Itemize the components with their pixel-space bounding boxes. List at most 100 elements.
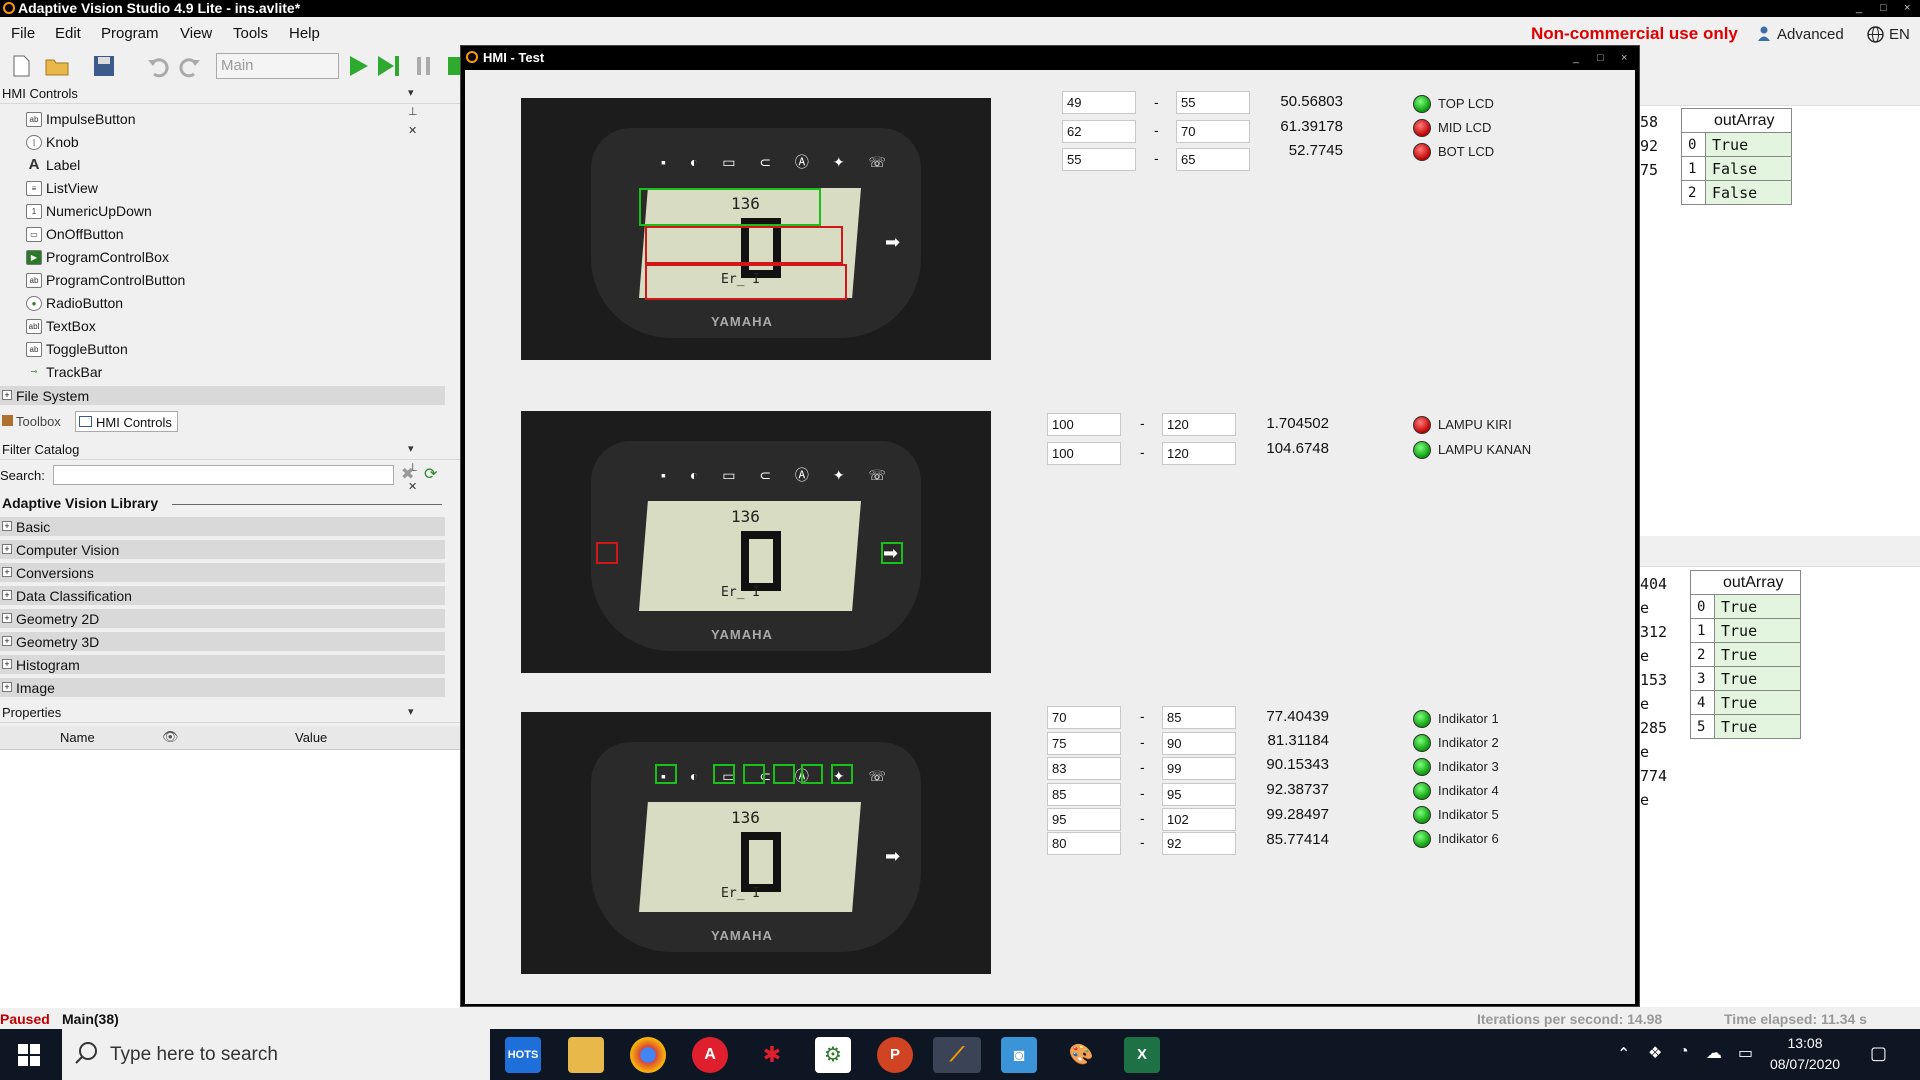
hmi-window-titlebar[interactable]: HMI - Test _ □ × [461,46,1639,70]
hmi-window[interactable]: HMI - Test _ □ × ▪ ◐ ▭ ⊂ Ⓐ ✦ ☏ 136 Er_ I… [460,45,1640,1007]
indikator-4-min[interactable]: 85 [1047,783,1121,806]
search-input[interactable] [53,465,394,485]
indikator-3-max[interactable]: 99 [1162,757,1236,780]
battery-icon[interactable]: ▭ [1738,1043,1753,1063]
clock-time[interactable]: 13:08 [1772,1035,1838,1051]
hmi-maximize-button[interactable]: □ [1597,46,1604,70]
menu-file[interactable]: File [11,25,35,42]
settings-app-icon[interactable]: ⚙ [815,1037,851,1073]
language-selector[interactable]: EN [1889,26,1910,43]
hmi-item-togglebutton[interactable]: ab ToggleButton [26,338,128,360]
adobe-icon[interactable]: A [692,1037,728,1073]
stop-icon[interactable] [446,54,460,78]
minimize-button[interactable]: _ [1856,0,1862,17]
hmi-item-trackbar[interactable]: ⊸ TrackBar [26,361,103,383]
redo-icon[interactable] [178,54,202,78]
hmi-item-listview[interactable]: ≡ ListView [26,177,98,199]
indikator-2-min[interactable]: 75 [1047,732,1121,755]
bot-lcd-min[interactable]: 55 [1062,148,1136,171]
taskbar-search-box[interactable]: Type here to search [62,1029,490,1080]
table-row[interactable]: 4 True [1690,690,1801,715]
table-row[interactable]: 2 True [1690,642,1801,667]
indikator-5-min[interactable]: 95 [1047,808,1121,831]
tab-hmi-controls[interactable]: HMI Controls [75,411,178,432]
top-lcd-max[interactable]: 55 [1176,91,1250,114]
top-lcd-min[interactable]: 49 [1062,91,1136,114]
tab-toolbox[interactable]: Toolbox [0,411,75,432]
run-icon[interactable] [346,54,370,78]
notifications-icon[interactable]: ▢ [1870,1043,1887,1064]
save-icon[interactable] [92,54,116,78]
lampu-kiri-max[interactable]: 120 [1162,413,1236,436]
indikator-3-min[interactable]: 83 [1047,757,1121,780]
array1-table[interactable]: outArray 0 True 1 False 2 False [1681,108,1792,205]
tray-chevron-icon[interactable]: ⌃ [1617,1044,1630,1064]
panel-pin-icon[interactable]: ▾ ⊥ ✕ [408,84,460,141]
indikator-5-max[interactable]: 102 [1162,808,1236,831]
indikator-2-max[interactable]: 90 [1162,732,1236,755]
hmi-item-onoffbutton[interactable]: ▭ OnOffButton [26,223,124,245]
hmi-item-impulsebutton[interactable]: ab ImpulseButton [26,108,136,130]
onedrive-icon[interactable]: ☁ [1706,1043,1722,1063]
table-row[interactable]: 1 True [1690,618,1801,643]
table-row[interactable]: 0 True [1681,132,1792,157]
group-basic[interactable]: + Basic [0,517,445,537]
group-conversions[interactable]: + Conversions [0,563,445,583]
hmi-item-numericupdown[interactable]: 1 NumericUpDown [26,200,152,222]
pause-icon[interactable] [414,54,438,78]
file-system-group[interactable]: + File System [0,386,445,406]
dropbox-icon[interactable]: ❖ [1648,1043,1662,1063]
indikator-1-max[interactable]: 85 [1162,706,1236,729]
menu-view[interactable]: View [180,25,212,42]
paint-app-icon[interactable]: ✱ [754,1037,790,1073]
indikator-4-max[interactable]: 95 [1162,783,1236,806]
group-computer-vision[interactable]: + Computer Vision [0,540,445,560]
mode-selector[interactable]: Advanced [1777,26,1844,43]
table-row[interactable]: 0 True [1690,594,1801,619]
program-combo[interactable]: Main [216,53,339,79]
hmi-close-button[interactable]: × [1621,46,1627,70]
chrome-icon[interactable] [630,1037,666,1073]
group-geometry-2d[interactable]: + Geometry 2D [0,609,445,629]
indikator-1-min[interactable]: 70 [1047,706,1121,729]
menu-program[interactable]: Program [101,25,159,42]
wifi-icon[interactable]: ◔ [1679,1043,1689,1061]
group-geometry-3d[interactable]: + Geometry 3D [0,632,445,652]
robot-app-icon[interactable]: ◙ [1001,1037,1037,1073]
clear-search-icon[interactable]: ✖ [401,464,414,484]
lampu-kiri-min[interactable]: 100 [1047,413,1121,436]
file-explorer-icon[interactable] [568,1037,604,1073]
bot-lcd-max[interactable]: 65 [1176,148,1250,171]
menu-help[interactable]: Help [289,25,320,42]
palette-icon[interactable]: 🎨 [1063,1037,1099,1073]
table-row[interactable]: 1 False [1681,156,1792,181]
new-file-icon[interactable] [10,54,34,78]
hots-app-icon[interactable]: HOTS [505,1037,541,1073]
group-data-classification[interactable]: + Data Classification [0,586,445,606]
indikator-6-max[interactable]: 92 [1162,832,1236,855]
undo-icon[interactable] [146,54,170,78]
excel-icon[interactable]: X [1124,1037,1160,1073]
hmi-item-programcontrolbutton[interactable]: ab ProgramControlButton [26,269,185,291]
indikator-6-min[interactable]: 80 [1047,832,1121,855]
table-row[interactable]: 3 True [1690,666,1801,691]
hmi-item-programcontrolbox[interactable]: ▶ ProgramControlBox [26,246,169,268]
hmi-item-knob[interactable]: | Knob [26,131,79,153]
refresh-icon[interactable]: ⟳ [424,464,437,484]
table-row[interactable]: 5 True [1690,714,1801,739]
group-histogram[interactable]: + Histogram [0,655,445,675]
close-button[interactable]: × [1904,0,1910,17]
menu-tools[interactable]: Tools [233,25,268,42]
hmi-item-radiobutton[interactable]: ● RadioButton [26,292,123,314]
adaptive-vision-icon[interactable]: ⟋ [933,1037,981,1073]
menu-edit[interactable]: Edit [55,25,81,42]
iterate-icon[interactable] [376,54,400,78]
clock-date[interactable]: 08/07/2020 [1765,1056,1845,1072]
powerpoint-icon[interactable]: P [877,1037,913,1073]
hmi-item-label-control[interactable]: A Label [26,154,81,176]
lampu-kanan-min[interactable]: 100 [1047,442,1121,465]
table-row[interactable]: 2 False [1681,180,1792,205]
hmi-item-textbox[interactable]: abl TextBox [26,315,96,337]
group-image[interactable]: + Image [0,678,445,698]
open-folder-icon[interactable] [44,54,69,78]
